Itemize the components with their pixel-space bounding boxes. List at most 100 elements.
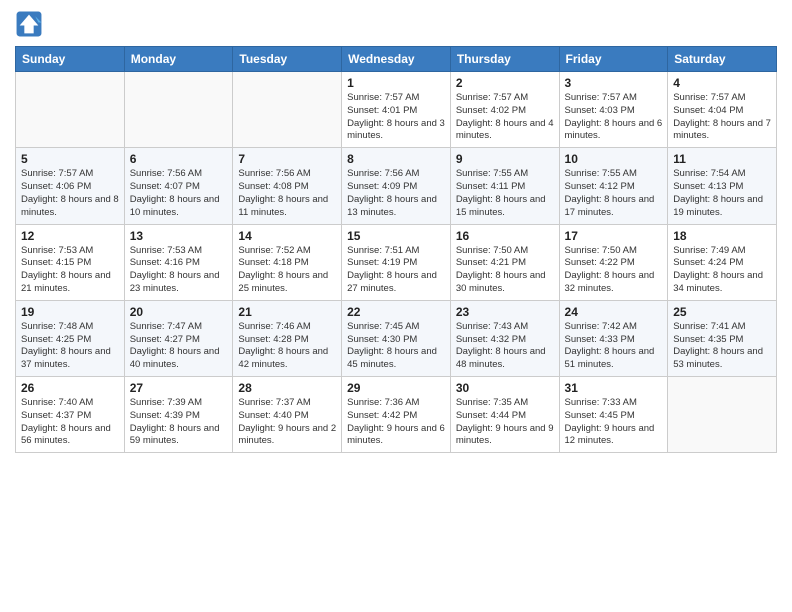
day-number: 17 <box>565 229 663 243</box>
calendar-week-row: 26 Sunrise: 7:40 AM Sunset: 4:37 PM Dayli… <box>16 377 777 453</box>
calendar-week-row: 12 Sunrise: 7:53 AM Sunset: 4:15 PM Dayli… <box>16 224 777 300</box>
day-number: 7 <box>238 152 336 166</box>
calendar-cell: 31 Sunrise: 7:33 AM Sunset: 4:45 PM Dayli… <box>559 377 668 453</box>
day-info: Sunrise: 7:33 AM Sunset: 4:45 PM Dayligh… <box>565 397 663 448</box>
calendar-cell: 16 Sunrise: 7:50 AM Sunset: 4:21 PM Dayli… <box>450 224 559 300</box>
calendar-week-row: 1 Sunrise: 7:57 AM Sunset: 4:01 PM Daylig… <box>16 72 777 148</box>
day-number: 23 <box>456 305 554 319</box>
day-number: 22 <box>347 305 445 319</box>
day-number: 30 <box>456 381 554 395</box>
calendar-cell: 1 Sunrise: 7:57 AM Sunset: 4:01 PM Daylig… <box>342 72 451 148</box>
day-info: Sunrise: 7:45 AM Sunset: 4:30 PM Dayligh… <box>347 321 445 372</box>
weekday-header-row: SundayMondayTuesdayWednesdayThursdayFrid… <box>16 47 777 72</box>
calendar-week-row: 19Sunrise: 7:48 AM Sunset: 4:25 PM Dayli… <box>16 300 777 376</box>
day-info: Sunrise: 7:57 AM Sunset: 4:02 PM Dayligh… <box>456 92 554 143</box>
calendar-cell <box>16 72 125 148</box>
calendar-cell: 6 Sunrise: 7:56 AM Sunset: 4:07 PM Daylig… <box>124 148 233 224</box>
day-info: Sunrise: 7:48 AM Sunset: 4:25 PM Dayligh… <box>21 321 119 372</box>
day-info: Sunrise: 7:37 AM Sunset: 4:40 PM Dayligh… <box>238 397 336 448</box>
day-info: Sunrise: 7:55 AM Sunset: 4:11 PM Dayligh… <box>456 168 554 219</box>
day-info: Sunrise: 7:46 AM Sunset: 4:28 PM Dayligh… <box>238 321 336 372</box>
calendar-cell: 14Sunrise: 7:52 AM Sunset: 4:18 PM Dayli… <box>233 224 342 300</box>
day-number: 11 <box>673 152 771 166</box>
day-number: 6 <box>130 152 228 166</box>
calendar-cell <box>233 72 342 148</box>
logo-icon <box>15 10 43 38</box>
calendar-cell: 19Sunrise: 7:48 AM Sunset: 4:25 PM Dayli… <box>16 300 125 376</box>
day-number: 10 <box>565 152 663 166</box>
weekday-header-tuesday: Tuesday <box>233 47 342 72</box>
weekday-header-wednesday: Wednesday <box>342 47 451 72</box>
calendar-cell: 26 Sunrise: 7:40 AM Sunset: 4:37 PM Dayli… <box>16 377 125 453</box>
calendar-cell: 20 Sunrise: 7:47 AM Sunset: 4:27 PM Dayli… <box>124 300 233 376</box>
calendar-cell: 10 Sunrise: 7:55 AM Sunset: 4:12 PM Dayli… <box>559 148 668 224</box>
day-info: Sunrise: 7:51 AM Sunset: 4:19 PM Dayligh… <box>347 245 445 296</box>
day-info: Sunrise: 7:42 AM Sunset: 4:33 PM Dayligh… <box>565 321 663 372</box>
day-number: 1 <box>347 76 445 90</box>
day-number: 20 <box>130 305 228 319</box>
day-number: 29 <box>347 381 445 395</box>
day-info: Sunrise: 7:53 AM Sunset: 4:15 PM Dayligh… <box>21 245 119 296</box>
day-info: Sunrise: 7:39 AM Sunset: 4:39 PM Dayligh… <box>130 397 228 448</box>
day-info: Sunrise: 7:57 AM Sunset: 4:01 PM Dayligh… <box>347 92 445 143</box>
day-info: Sunrise: 7:57 AM Sunset: 4:04 PM Dayligh… <box>673 92 771 143</box>
calendar-cell <box>124 72 233 148</box>
calendar-cell: 21 Sunrise: 7:46 AM Sunset: 4:28 PM Dayli… <box>233 300 342 376</box>
day-number: 24 <box>565 305 663 319</box>
calendar-cell: 3 Sunrise: 7:57 AM Sunset: 4:03 PM Daylig… <box>559 72 668 148</box>
day-number: 18 <box>673 229 771 243</box>
calendar-cell: 17 Sunrise: 7:50 AM Sunset: 4:22 PM Dayli… <box>559 224 668 300</box>
day-number: 8 <box>347 152 445 166</box>
calendar-cell: 4 Sunrise: 7:57 AM Sunset: 4:04 PM Daylig… <box>668 72 777 148</box>
calendar-cell: 5 Sunrise: 7:57 AM Sunset: 4:06 PM Daylig… <box>16 148 125 224</box>
day-info: Sunrise: 7:57 AM Sunset: 4:03 PM Dayligh… <box>565 92 663 143</box>
day-number: 26 <box>21 381 119 395</box>
day-number: 27 <box>130 381 228 395</box>
day-info: Sunrise: 7:35 AM Sunset: 4:44 PM Dayligh… <box>456 397 554 448</box>
calendar-cell: 27 Sunrise: 7:39 AM Sunset: 4:39 PM Dayli… <box>124 377 233 453</box>
day-number: 5 <box>21 152 119 166</box>
day-info: Sunrise: 7:56 AM Sunset: 4:08 PM Dayligh… <box>238 168 336 219</box>
logo <box>15 10 47 38</box>
calendar-cell: 12 Sunrise: 7:53 AM Sunset: 4:15 PM Dayli… <box>16 224 125 300</box>
calendar-week-row: 5 Sunrise: 7:57 AM Sunset: 4:06 PM Daylig… <box>16 148 777 224</box>
calendar-cell: 28Sunrise: 7:37 AM Sunset: 4:40 PM Dayli… <box>233 377 342 453</box>
day-info: Sunrise: 7:50 AM Sunset: 4:22 PM Dayligh… <box>565 245 663 296</box>
day-info: Sunrise: 7:50 AM Sunset: 4:21 PM Dayligh… <box>456 245 554 296</box>
calendar-cell: 7 Sunrise: 7:56 AM Sunset: 4:08 PM Daylig… <box>233 148 342 224</box>
calendar-cell: 24 Sunrise: 7:42 AM Sunset: 4:33 PM Dayli… <box>559 300 668 376</box>
calendar-cell: 8 Sunrise: 7:56 AM Sunset: 4:09 PM Daylig… <box>342 148 451 224</box>
day-number: 12 <box>21 229 119 243</box>
day-number: 25 <box>673 305 771 319</box>
calendar-cell: 30 Sunrise: 7:35 AM Sunset: 4:44 PM Dayli… <box>450 377 559 453</box>
day-number: 9 <box>456 152 554 166</box>
weekday-header-friday: Friday <box>559 47 668 72</box>
calendar-cell: 29Sunrise: 7:36 AM Sunset: 4:42 PM Dayli… <box>342 377 451 453</box>
calendar-cell: 22 Sunrise: 7:45 AM Sunset: 4:30 PM Dayli… <box>342 300 451 376</box>
weekday-header-sunday: Sunday <box>16 47 125 72</box>
day-info: Sunrise: 7:47 AM Sunset: 4:27 PM Dayligh… <box>130 321 228 372</box>
day-info: Sunrise: 7:56 AM Sunset: 4:09 PM Dayligh… <box>347 168 445 219</box>
day-number: 16 <box>456 229 554 243</box>
day-number: 31 <box>565 381 663 395</box>
day-number: 2 <box>456 76 554 90</box>
day-number: 3 <box>565 76 663 90</box>
day-info: Sunrise: 7:53 AM Sunset: 4:16 PM Dayligh… <box>130 245 228 296</box>
page-header <box>15 10 777 38</box>
day-number: 4 <box>673 76 771 90</box>
day-info: Sunrise: 7:52 AM Sunset: 4:18 PM Dayligh… <box>238 245 336 296</box>
day-info: Sunrise: 7:56 AM Sunset: 4:07 PM Dayligh… <box>130 168 228 219</box>
calendar-cell: 9 Sunrise: 7:55 AM Sunset: 4:11 PM Daylig… <box>450 148 559 224</box>
calendar-cell: 18 Sunrise: 7:49 AM Sunset: 4:24 PM Dayli… <box>668 224 777 300</box>
calendar-cell: 13Sunrise: 7:53 AM Sunset: 4:16 PM Dayli… <box>124 224 233 300</box>
day-info: Sunrise: 7:55 AM Sunset: 4:12 PM Dayligh… <box>565 168 663 219</box>
day-info: Sunrise: 7:40 AM Sunset: 4:37 PM Dayligh… <box>21 397 119 448</box>
weekday-header-monday: Monday <box>124 47 233 72</box>
day-info: Sunrise: 7:49 AM Sunset: 4:24 PM Dayligh… <box>673 245 771 296</box>
day-number: 21 <box>238 305 336 319</box>
calendar-cell: 2 Sunrise: 7:57 AM Sunset: 4:02 PM Daylig… <box>450 72 559 148</box>
calendar-cell: 15Sunrise: 7:51 AM Sunset: 4:19 PM Dayli… <box>342 224 451 300</box>
day-info: Sunrise: 7:43 AM Sunset: 4:32 PM Dayligh… <box>456 321 554 372</box>
day-info: Sunrise: 7:57 AM Sunset: 4:06 PM Dayligh… <box>21 168 119 219</box>
weekday-header-saturday: Saturday <box>668 47 777 72</box>
